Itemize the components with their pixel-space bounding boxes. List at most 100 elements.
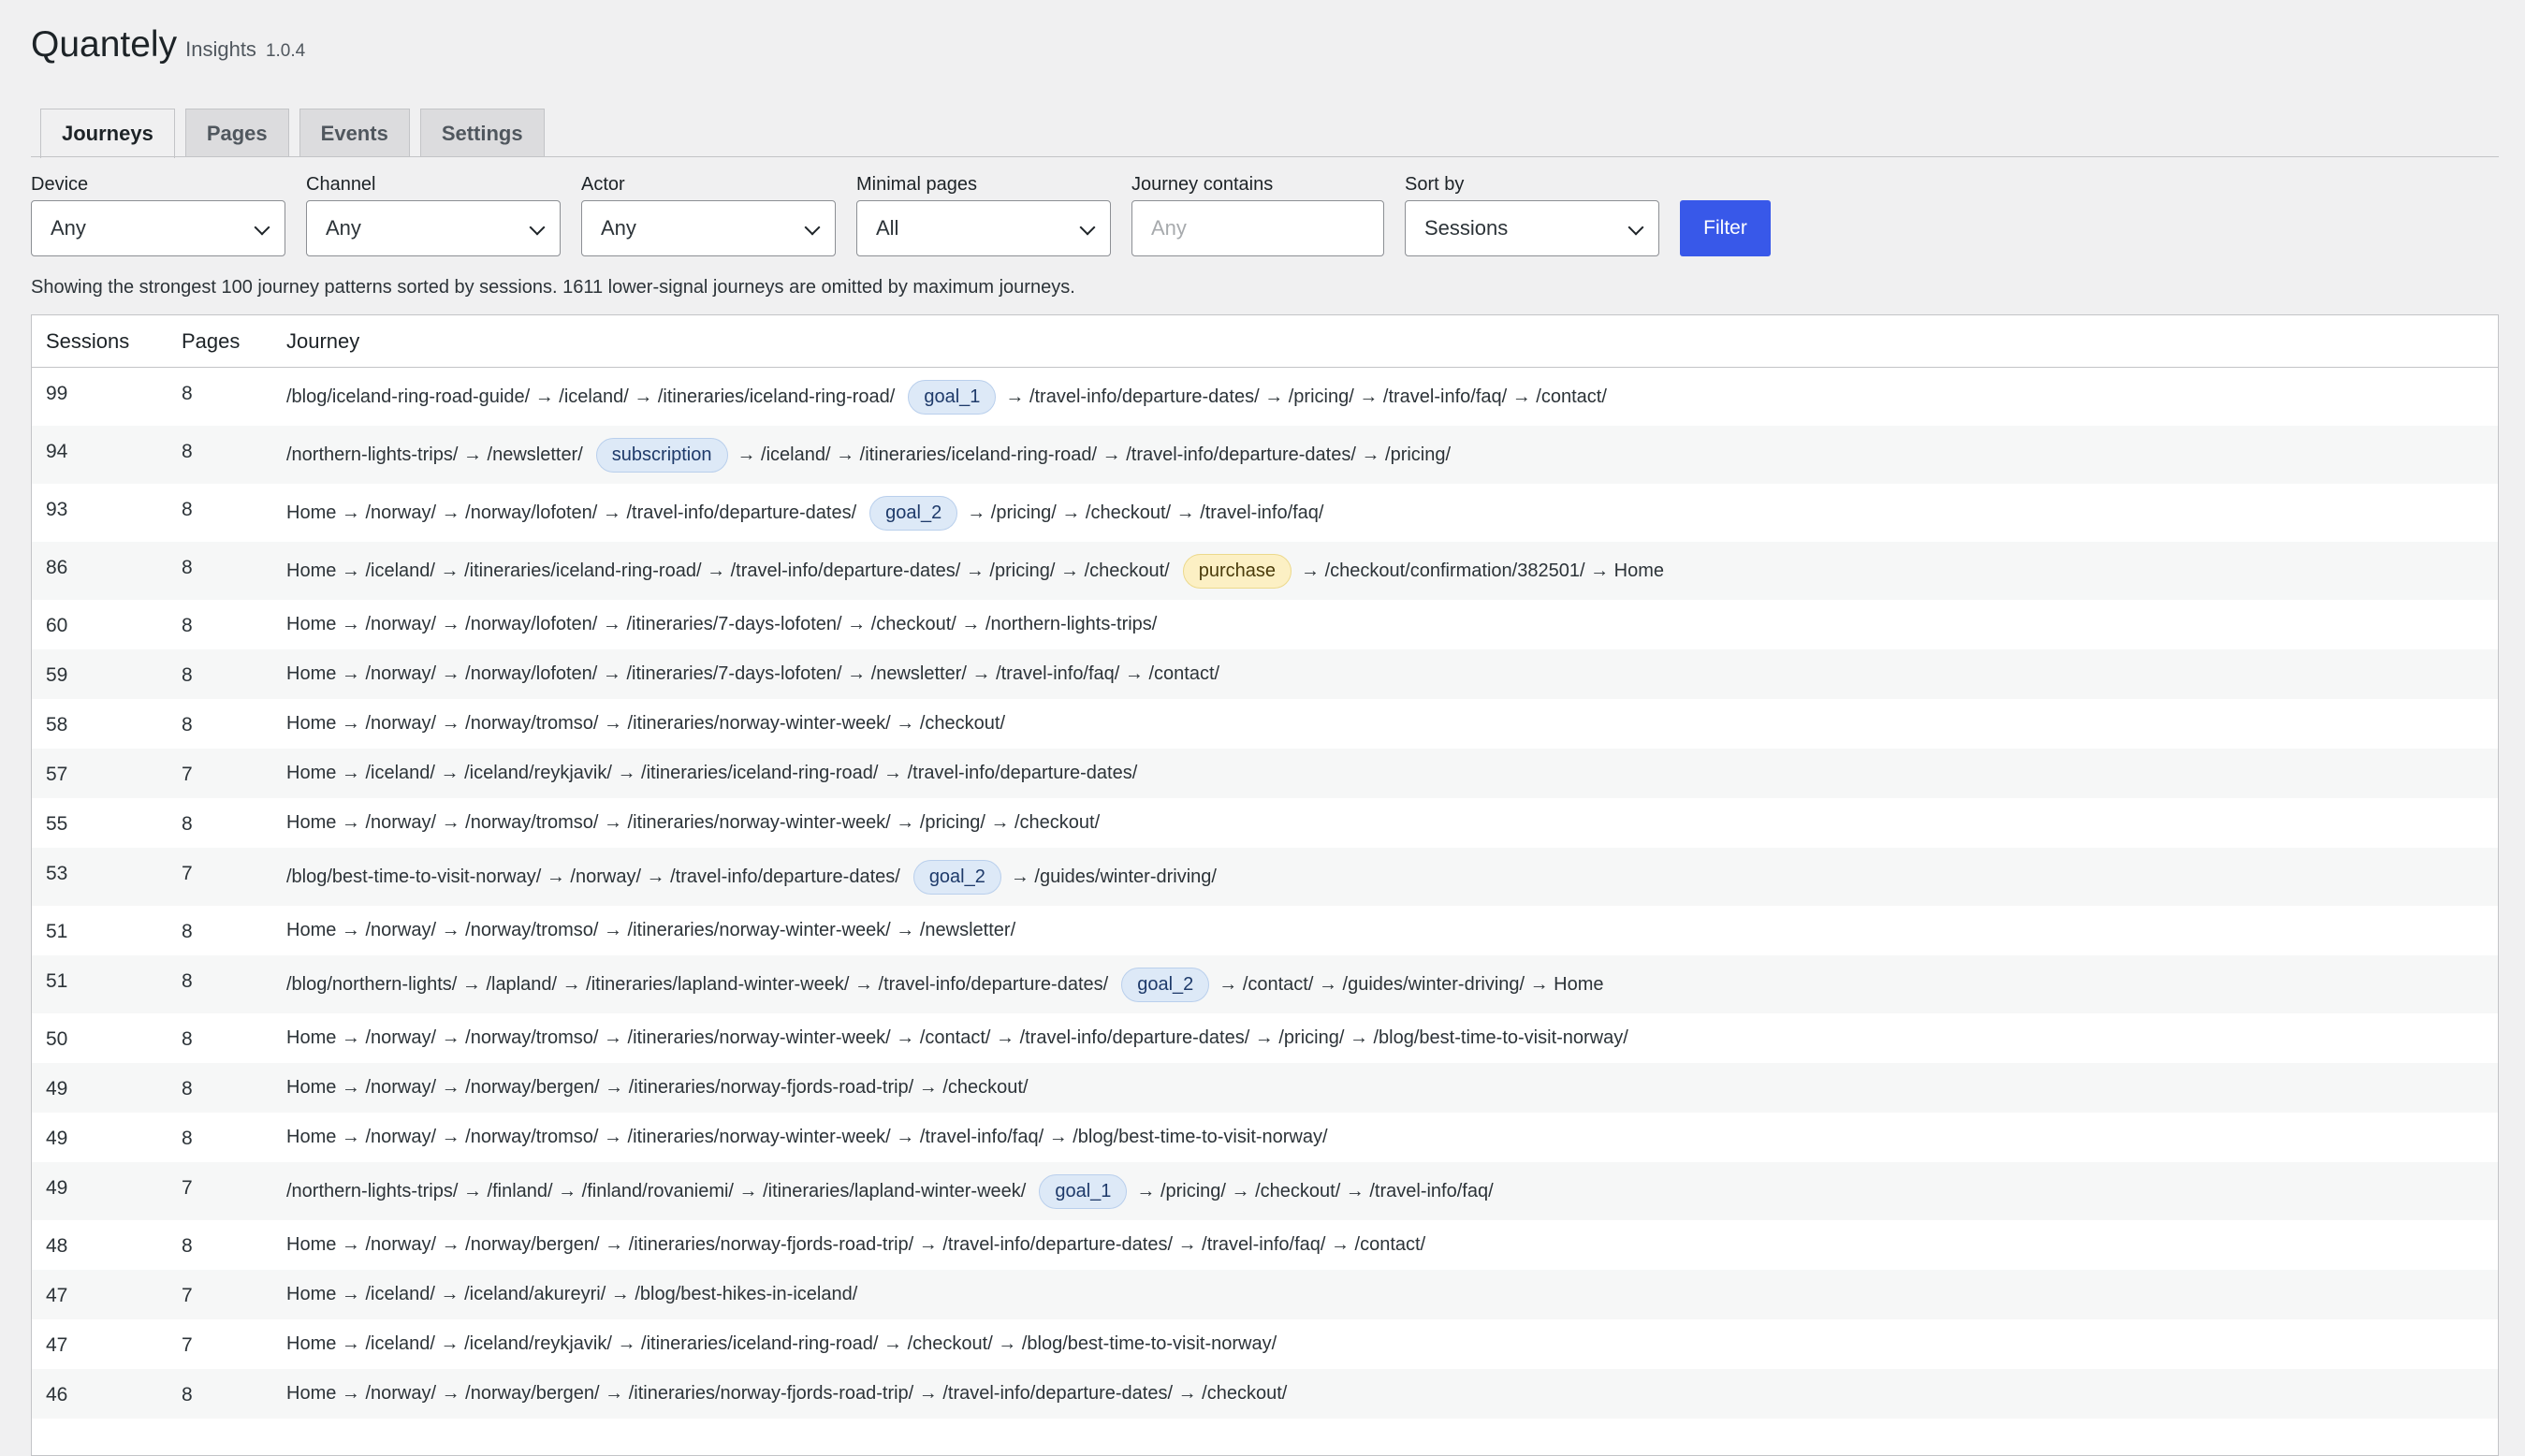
journey-cell: Home → /norway/ → /norway/tromso/ → /iti… (286, 906, 2489, 955)
sort-by-select[interactable]: Sessions (1405, 200, 1659, 256)
minimal-pages-value: All (876, 216, 899, 240)
table-row: 49 7/northern-lights-trips/ → /finland/ →… (32, 1162, 2498, 1220)
sessions-cell: 49 (46, 1128, 68, 1149)
table-row: 47 7 Home → /iceland/ → /iceland/reykjavik… (32, 1319, 2498, 1369)
table-row: 57 7 Home → /iceland/ → /iceland/reykjavik… (32, 749, 2498, 798)
tab-events[interactable]: Events (299, 109, 410, 157)
goal-badge: goal_2 (912, 859, 1001, 895)
goal-badge: goal_2 (1121, 967, 1210, 1002)
table-row: 49 8 Home → /norway/ → /norway/bergen/ → /… (32, 1063, 2498, 1113)
pages-cell: 8 (182, 499, 193, 520)
sessions-cell: 50 (46, 1028, 68, 1050)
sessions-cell: 86 (46, 557, 68, 578)
sessions-cell: 48 (46, 1235, 68, 1257)
chevron-down-icon (529, 219, 546, 236)
actor-label: Actor (581, 174, 625, 195)
journey-cell: Home → /norway/ → /norway/lofoten/ → /it… (286, 600, 2489, 649)
journey-path-continued: → /travel-info/departure-dates/ → /prici… (1005, 386, 1607, 407)
journey-cell: Home → /norway/ → /norway/bergen/ → /iti… (286, 1220, 2489, 1270)
table-row: 50 8 Home → /norway/ → /norway/tromso/ → /… (32, 1013, 2498, 1063)
table-row: 49 8 Home → /norway/ → /norway/tromso/ → /… (32, 1113, 2498, 1162)
pages-cell: 8 (182, 615, 193, 636)
channel-filter: Channel Any (306, 174, 561, 256)
app-version: 1.0.4 (265, 41, 306, 61)
page-header: Quantely Insights 1.0.4 (31, 24, 305, 66)
filter-bar: Device Any Channel Any Actor Any Minimal… (31, 174, 1771, 256)
app-name: Quantely (31, 24, 178, 65)
journeys-table: Sessions Pages Journey 99 8/blog/iceland-… (31, 314, 2499, 1456)
journey-cell: Home → /iceland/ → /iceland/reykjavik/ →… (286, 749, 2489, 798)
minimal-pages-label: Minimal pages (856, 174, 977, 195)
journey-cell: Home → /norway/ → /norway/lofoten/ → /it… (286, 649, 2489, 699)
table-row: 99 8/blog/iceland-ring-road-guide/ → /ice… (32, 368, 2498, 426)
pages-cell: 8 (182, 1235, 193, 1257)
journey-contains-label: Journey contains (1131, 174, 1274, 195)
journey-path: Home → /norway/ → /norway/tromso/ → /iti… (286, 812, 1101, 833)
table-row: 51 8 Home → /norway/ → /norway/tromso/ → /… (32, 906, 2498, 955)
journey-path-continued: → /guides/winter-driving/ (1010, 866, 1217, 887)
journey-path: Home → /norway/ → /norway/tromso/ → /iti… (286, 1027, 1628, 1048)
journey-cell: Home → /iceland/ → /iceland/akureyri/ → … (286, 1270, 2489, 1319)
results-notice: Showing the strongest 100 journey patter… (31, 277, 1075, 298)
device-select[interactable]: Any (31, 200, 285, 256)
sessions-cell: 46 (46, 1384, 68, 1405)
app-subtitle: Insights (185, 37, 256, 61)
journey-path: Home → /iceland/ → /itineraries/iceland-… (286, 560, 1170, 581)
sessions-cell: 93 (46, 499, 68, 520)
device-filter: Device Any (31, 174, 285, 256)
pages-cell: 8 (182, 383, 193, 404)
table-body: 99 8/blog/iceland-ring-road-guide/ → /ice… (32, 368, 2498, 1419)
journey-path: Home → /iceland/ → /iceland/reykjavik/ →… (286, 763, 1138, 783)
journey-column-header[interactable]: Journey (286, 329, 359, 354)
journey-path-continued: → /checkout/confirmation/382501/ → Home (1301, 560, 1664, 581)
sort-by-value: Sessions (1424, 216, 1509, 240)
journey-path: Home → /norway/ → /norway/bergen/ → /iti… (286, 1383, 1288, 1404)
chevron-down-icon (1627, 219, 1644, 236)
journey-cell: Home → /norway/ → /norway/tromso/ → /iti… (286, 699, 2489, 749)
sessions-column-header[interactable]: Sessions (46, 329, 129, 354)
channel-select[interactable]: Any (306, 200, 561, 256)
sessions-cell: 58 (46, 714, 68, 735)
tab-journeys[interactable]: Journeys (40, 109, 175, 158)
sessions-cell: 47 (46, 1285, 68, 1306)
chevron-down-icon (804, 219, 821, 236)
table-row: 55 8 Home → /norway/ → /norway/tromso/ → /… (32, 798, 2498, 848)
pages-cell: 8 (182, 1384, 193, 1405)
actor-select[interactable]: Any (581, 200, 836, 256)
tabs-divider (31, 156, 2499, 157)
journey-path: /blog/northern-lights/ → /lapland/ → /it… (286, 973, 1109, 995)
pages-cell: 7 (182, 1285, 193, 1306)
sessions-cell: 51 (46, 970, 68, 992)
channel-label: Channel (306, 174, 376, 195)
filter-button[interactable]: Filter (1680, 200, 1771, 256)
journey-path: Home → /norway/ → /norway/tromso/ → /iti… (286, 920, 1016, 940)
journey-path: Home → /norway/ → /norway/bergen/ → /iti… (286, 1077, 1029, 1098)
pages-cell: 8 (182, 813, 193, 835)
tab-bar: Journeys Pages Events Settings (40, 109, 545, 158)
goal-badge: goal_2 (869, 495, 958, 531)
journey-cell: Home → /norway/ → /norway/bergen/ → /iti… (286, 1369, 2489, 1419)
sessions-cell: 53 (46, 863, 68, 884)
tab-settings[interactable]: Settings (419, 109, 545, 157)
tab-pages[interactable]: Pages (184, 109, 289, 157)
journey-path: Home → /iceland/ → /iceland/akureyri/ → … (286, 1284, 858, 1304)
sort-by-label: Sort by (1405, 174, 1465, 195)
device-value: Any (51, 216, 86, 240)
journey-cell: Home → /iceland/ → /iceland/reykjavik/ →… (286, 1319, 2489, 1369)
journey-cell: Home → /norway/ → /norway/tromso/ → /iti… (286, 798, 2489, 848)
journey-cell: /blog/best-time-to-visit-norway/ → /norw… (286, 848, 2489, 906)
minimal-pages-select[interactable]: All (856, 200, 1111, 256)
journey-contains-input[interactable] (1131, 200, 1384, 256)
pages-column-header[interactable]: Pages (182, 329, 240, 354)
journey-cell: /blog/iceland-ring-road-guide/ → /icelan… (286, 368, 2489, 426)
actor-value: Any (601, 216, 636, 240)
pages-cell: 8 (182, 921, 193, 942)
journey-path: Home → /iceland/ → /iceland/reykjavik/ →… (286, 1333, 1277, 1354)
minimal-pages-filter: Minimal pages All (856, 174, 1111, 256)
pages-cell: 8 (182, 441, 193, 462)
table-row: 53 7/blog/best-time-to-visit-norway/ → /n… (32, 848, 2498, 906)
sessions-cell: 59 (46, 664, 68, 686)
journey-path: Home → /norway/ → /norway/bergen/ → /iti… (286, 1234, 1426, 1255)
sessions-cell: 49 (46, 1177, 68, 1199)
table-row: 86 8 Home → /iceland/ → /itineraries/icela… (32, 542, 2498, 600)
